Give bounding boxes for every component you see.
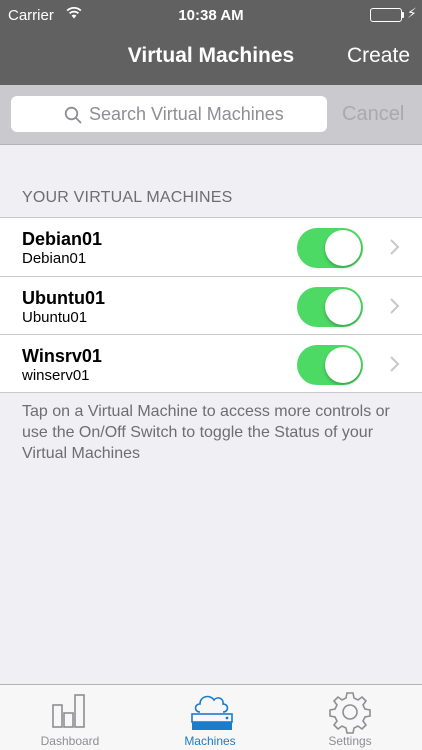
section-header: YOUR VIRTUAL MACHINES xyxy=(22,189,233,206)
charging-bolt-icon: ⚡ xyxy=(407,5,417,21)
vm-hostname: Ubuntu01 xyxy=(22,309,88,326)
chevron-right-icon xyxy=(390,356,400,372)
vm-row[interactable]: Winsrv01 winserv01 xyxy=(0,334,422,392)
search-bar: Cancel xyxy=(0,85,422,145)
cancel-button[interactable]: Cancel xyxy=(342,103,404,126)
vm-list: Debian01 Debian01 Ubuntu01 Ubuntu01 Winsrv01… xyxy=(0,217,422,393)
toggle-knob xyxy=(325,230,361,266)
power-toggle[interactable] xyxy=(297,228,363,268)
create-button[interactable]: Create xyxy=(347,44,410,68)
tab-machines[interactable]: Machines xyxy=(140,685,280,750)
vm-name: Debian01 xyxy=(22,229,103,249)
gear-icon xyxy=(329,692,371,734)
clock: 10:38 AM xyxy=(178,7,244,24)
chevron-right-icon xyxy=(390,239,400,255)
battery-icon xyxy=(370,8,402,22)
tab-settings[interactable]: Settings xyxy=(280,685,420,750)
cloud-server-icon xyxy=(191,695,233,730)
power-toggle[interactable] xyxy=(297,287,363,327)
vm-hostname: winserv01 xyxy=(22,367,90,384)
status-bar: Carrier 10:38 AM ⚡ xyxy=(0,0,422,30)
search-icon xyxy=(64,106,82,124)
search-input[interactable] xyxy=(89,101,319,127)
power-toggle[interactable] xyxy=(297,345,363,385)
battery-nub xyxy=(402,12,404,18)
chevron-right-icon xyxy=(390,298,400,314)
vm-name: Winsrv01 xyxy=(22,346,102,366)
tab-label: Settings xyxy=(328,734,372,748)
navigation-bar: Virtual Machines Create xyxy=(0,30,422,85)
tab-dashboard[interactable]: Dashboard xyxy=(0,685,140,750)
tab-label: Machines xyxy=(184,734,236,748)
vm-name: Ubuntu01 xyxy=(22,288,105,308)
search-field[interactable] xyxy=(11,96,327,132)
vm-row[interactable]: Debian01 Debian01 xyxy=(0,218,422,276)
tab-label: Dashboard xyxy=(40,734,100,748)
vm-row[interactable]: Ubuntu01 Ubuntu01 xyxy=(0,276,422,334)
vm-hostname: Debian01 xyxy=(22,250,87,267)
tab-bar: Dashboard Machines Settings xyxy=(0,684,422,750)
bar-chart-icon xyxy=(52,694,85,728)
footer-note: Tap on a Virtual Machine to access more … xyxy=(22,403,390,462)
toggle-knob xyxy=(325,347,361,383)
toggle-knob xyxy=(325,289,361,325)
